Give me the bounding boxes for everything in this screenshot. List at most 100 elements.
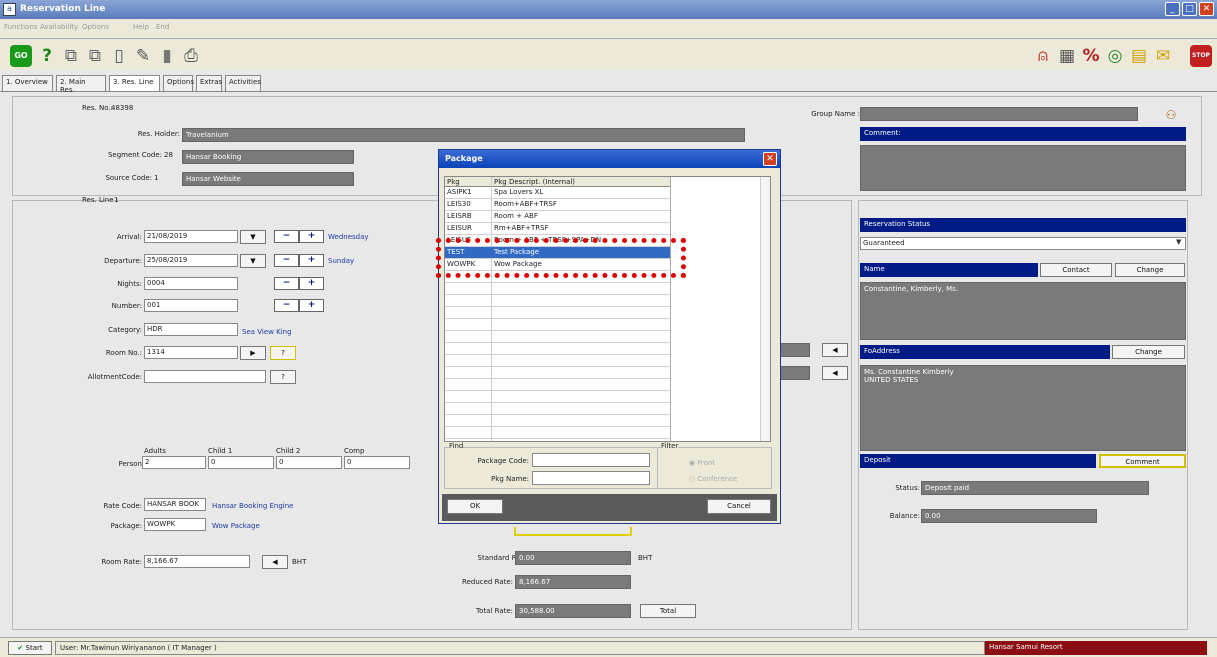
child1-input[interactable]: 0 xyxy=(208,456,274,469)
rate-code-input[interactable]: HANSAR BOOK xyxy=(144,498,206,511)
departure-input[interactable]: 25/08/2019 xyxy=(144,254,238,267)
departure-dropdown[interactable]: ▼ xyxy=(240,254,266,268)
envelope-icon[interactable]: ✉ xyxy=(1152,45,1174,67)
check-icon: ✔ xyxy=(17,644,24,652)
arrival-plus-button[interactable]: + xyxy=(299,230,324,243)
col-pkg-header[interactable]: Pkg xyxy=(447,178,460,186)
stop-icon[interactable]: STOP xyxy=(1190,45,1212,67)
comment-header: Comment: xyxy=(860,127,1186,141)
col-desc-header[interactable]: Pkg Descript. (Internal) xyxy=(494,178,575,186)
tab-options[interactable]: Options xyxy=(163,75,194,91)
back-button-1[interactable]: ◀ xyxy=(822,343,848,357)
departure-minus-button[interactable]: − xyxy=(274,254,299,267)
tab-extras[interactable]: Extras xyxy=(196,75,222,91)
dialog-close-icon[interactable]: ✕ xyxy=(763,152,777,166)
chevron-down-icon[interactable]: ▼ xyxy=(1176,238,1181,246)
balance-label: Balance: xyxy=(889,512,920,520)
menu-bar: Functions Availability Options Help End xyxy=(0,19,1217,39)
column-divider xyxy=(670,177,671,441)
maximize-button[interactable]: □ xyxy=(1182,2,1197,16)
child2-input[interactable]: 0 xyxy=(276,456,342,469)
dining-icon[interactable]: ⍝ xyxy=(1032,45,1054,67)
comment-field[interactable] xyxy=(860,145,1186,191)
menu-options[interactable]: Options xyxy=(82,23,109,31)
allotment-input[interactable] xyxy=(144,370,266,383)
trash-icon[interactable]: ▮ xyxy=(156,45,178,67)
room-no-input[interactable]: 1314 xyxy=(144,346,238,359)
category-input[interactable]: HDR xyxy=(144,323,238,336)
deposit-comment-button[interactable]: Comment xyxy=(1099,454,1186,468)
number-minus-button[interactable]: − xyxy=(274,299,299,312)
copy-icon[interactable]: ⧉ xyxy=(60,45,82,67)
menu-functions[interactable]: Functions xyxy=(4,23,37,31)
comp-input[interactable]: 0 xyxy=(344,456,410,469)
list-item[interactable]: LEIS30 Room+ABF+TRSF xyxy=(445,199,670,211)
ok-button[interactable]: OK xyxy=(447,499,503,514)
room-rate-input[interactable]: 8,166.67 xyxy=(144,555,250,568)
cancel-button[interactable]: Cancel xyxy=(707,499,771,514)
standard-rate-field: 0.00 xyxy=(515,551,631,565)
res-holder-field[interactable]: Travelanium xyxy=(182,128,745,142)
package-list[interactable]: Pkg Pkg Descript. (Internal) ASIPK1 Spa L… xyxy=(444,176,771,442)
allotment-lookup-button[interactable]: ? xyxy=(270,370,296,384)
group-name-field[interactable] xyxy=(860,107,1138,121)
source-name: Hansar Website xyxy=(182,172,354,186)
room-next-button[interactable]: ▶ xyxy=(240,346,266,360)
tab-activities[interactable]: Activities xyxy=(225,75,261,91)
room-lookup-button[interactable]: ? xyxy=(270,346,296,360)
pkg-code-input[interactable] xyxy=(532,453,650,467)
tab-main-res[interactable]: 2. Main Res. xyxy=(56,75,106,94)
list-scrollbar[interactable] xyxy=(760,177,770,441)
print-icon[interactable]: ⎙ xyxy=(180,45,202,67)
new-doc-icon[interactable]: ▯ xyxy=(108,45,130,67)
back-button-2[interactable]: ◀ xyxy=(822,366,848,380)
arrival-input[interactable]: 21/08/2019 xyxy=(144,230,238,243)
menu-availability[interactable]: Availability xyxy=(40,23,78,31)
fo-address-line2: UNITED STATES xyxy=(864,376,919,384)
copy2-icon[interactable]: ⧉ xyxy=(84,45,106,67)
edit-doc-icon[interactable]: ✎ xyxy=(132,45,154,67)
status-bar: ✔ Start User: Mr.Tawinun Wiriyananon ( I… xyxy=(0,637,1217,657)
tab-res-line[interactable]: 3. Res. Line xyxy=(109,75,160,91)
menu-end[interactable]: End xyxy=(156,23,169,31)
package-input[interactable]: WOWPK xyxy=(144,518,206,531)
number-plus-button[interactable]: + xyxy=(299,299,324,312)
menu-help[interactable]: Help xyxy=(133,23,149,31)
room-rate-back-button[interactable]: ◀ xyxy=(262,555,288,569)
list-item[interactable]: LEISRB Room + ABF xyxy=(445,211,670,223)
number-input[interactable]: 001 xyxy=(144,299,238,312)
people-icon[interactable]: ⚇ xyxy=(1160,104,1182,126)
adults-input[interactable]: 2 xyxy=(142,456,206,469)
fo-address-field: Ms. Constantine Kimberly UNITED STATES xyxy=(860,365,1186,451)
list-item[interactable]: ASIPK1 Spa Lovers XL xyxy=(445,187,670,199)
radio-front[interactable]: ◉ Front xyxy=(689,459,715,467)
go-icon[interactable]: GO xyxy=(10,45,32,67)
start-button[interactable]: ✔ Start xyxy=(8,641,52,655)
note-icon[interactable]: ▤ xyxy=(1128,45,1150,67)
help-icon[interactable]: ? xyxy=(36,45,58,67)
name-change-button[interactable]: Change xyxy=(1115,263,1185,277)
close-button[interactable]: ✕ xyxy=(1199,2,1214,16)
discount-icon[interactable]: % xyxy=(1080,45,1102,67)
nights-input[interactable]: 0004 xyxy=(144,277,238,290)
pkg-code: LEISRB xyxy=(447,212,472,220)
tab-overview[interactable]: 1. Overview xyxy=(2,75,53,91)
find-label: Find xyxy=(449,442,464,450)
minimize-button[interactable]: _ xyxy=(1165,2,1180,16)
calendar-icon[interactable]: ▦ xyxy=(1056,45,1078,67)
nights-minus-button[interactable]: − xyxy=(274,277,299,290)
arrival-dropdown[interactable]: ▼ xyxy=(240,230,266,244)
nights-plus-button[interactable]: + xyxy=(299,277,324,290)
arrival-minus-button[interactable]: − xyxy=(274,230,299,243)
radio-conference[interactable]: ○ Conference xyxy=(689,475,737,483)
room-rate-currency: BHT xyxy=(292,558,307,566)
reservation-status-select[interactable]: Guaranteed xyxy=(860,237,1186,250)
fo-change-button[interactable]: Change xyxy=(1112,345,1185,359)
departure-plus-button[interactable]: + xyxy=(299,254,324,267)
list-item[interactable]: LEISUR Rm+ABF+TRSF xyxy=(445,223,670,235)
total-button[interactable]: Total xyxy=(640,604,696,618)
globe-icon[interactable]: ◎ xyxy=(1104,45,1126,67)
category-name: Sea View King xyxy=(242,328,292,336)
pkg-name-input[interactable] xyxy=(532,471,650,485)
contact-button[interactable]: Contact xyxy=(1040,263,1112,277)
